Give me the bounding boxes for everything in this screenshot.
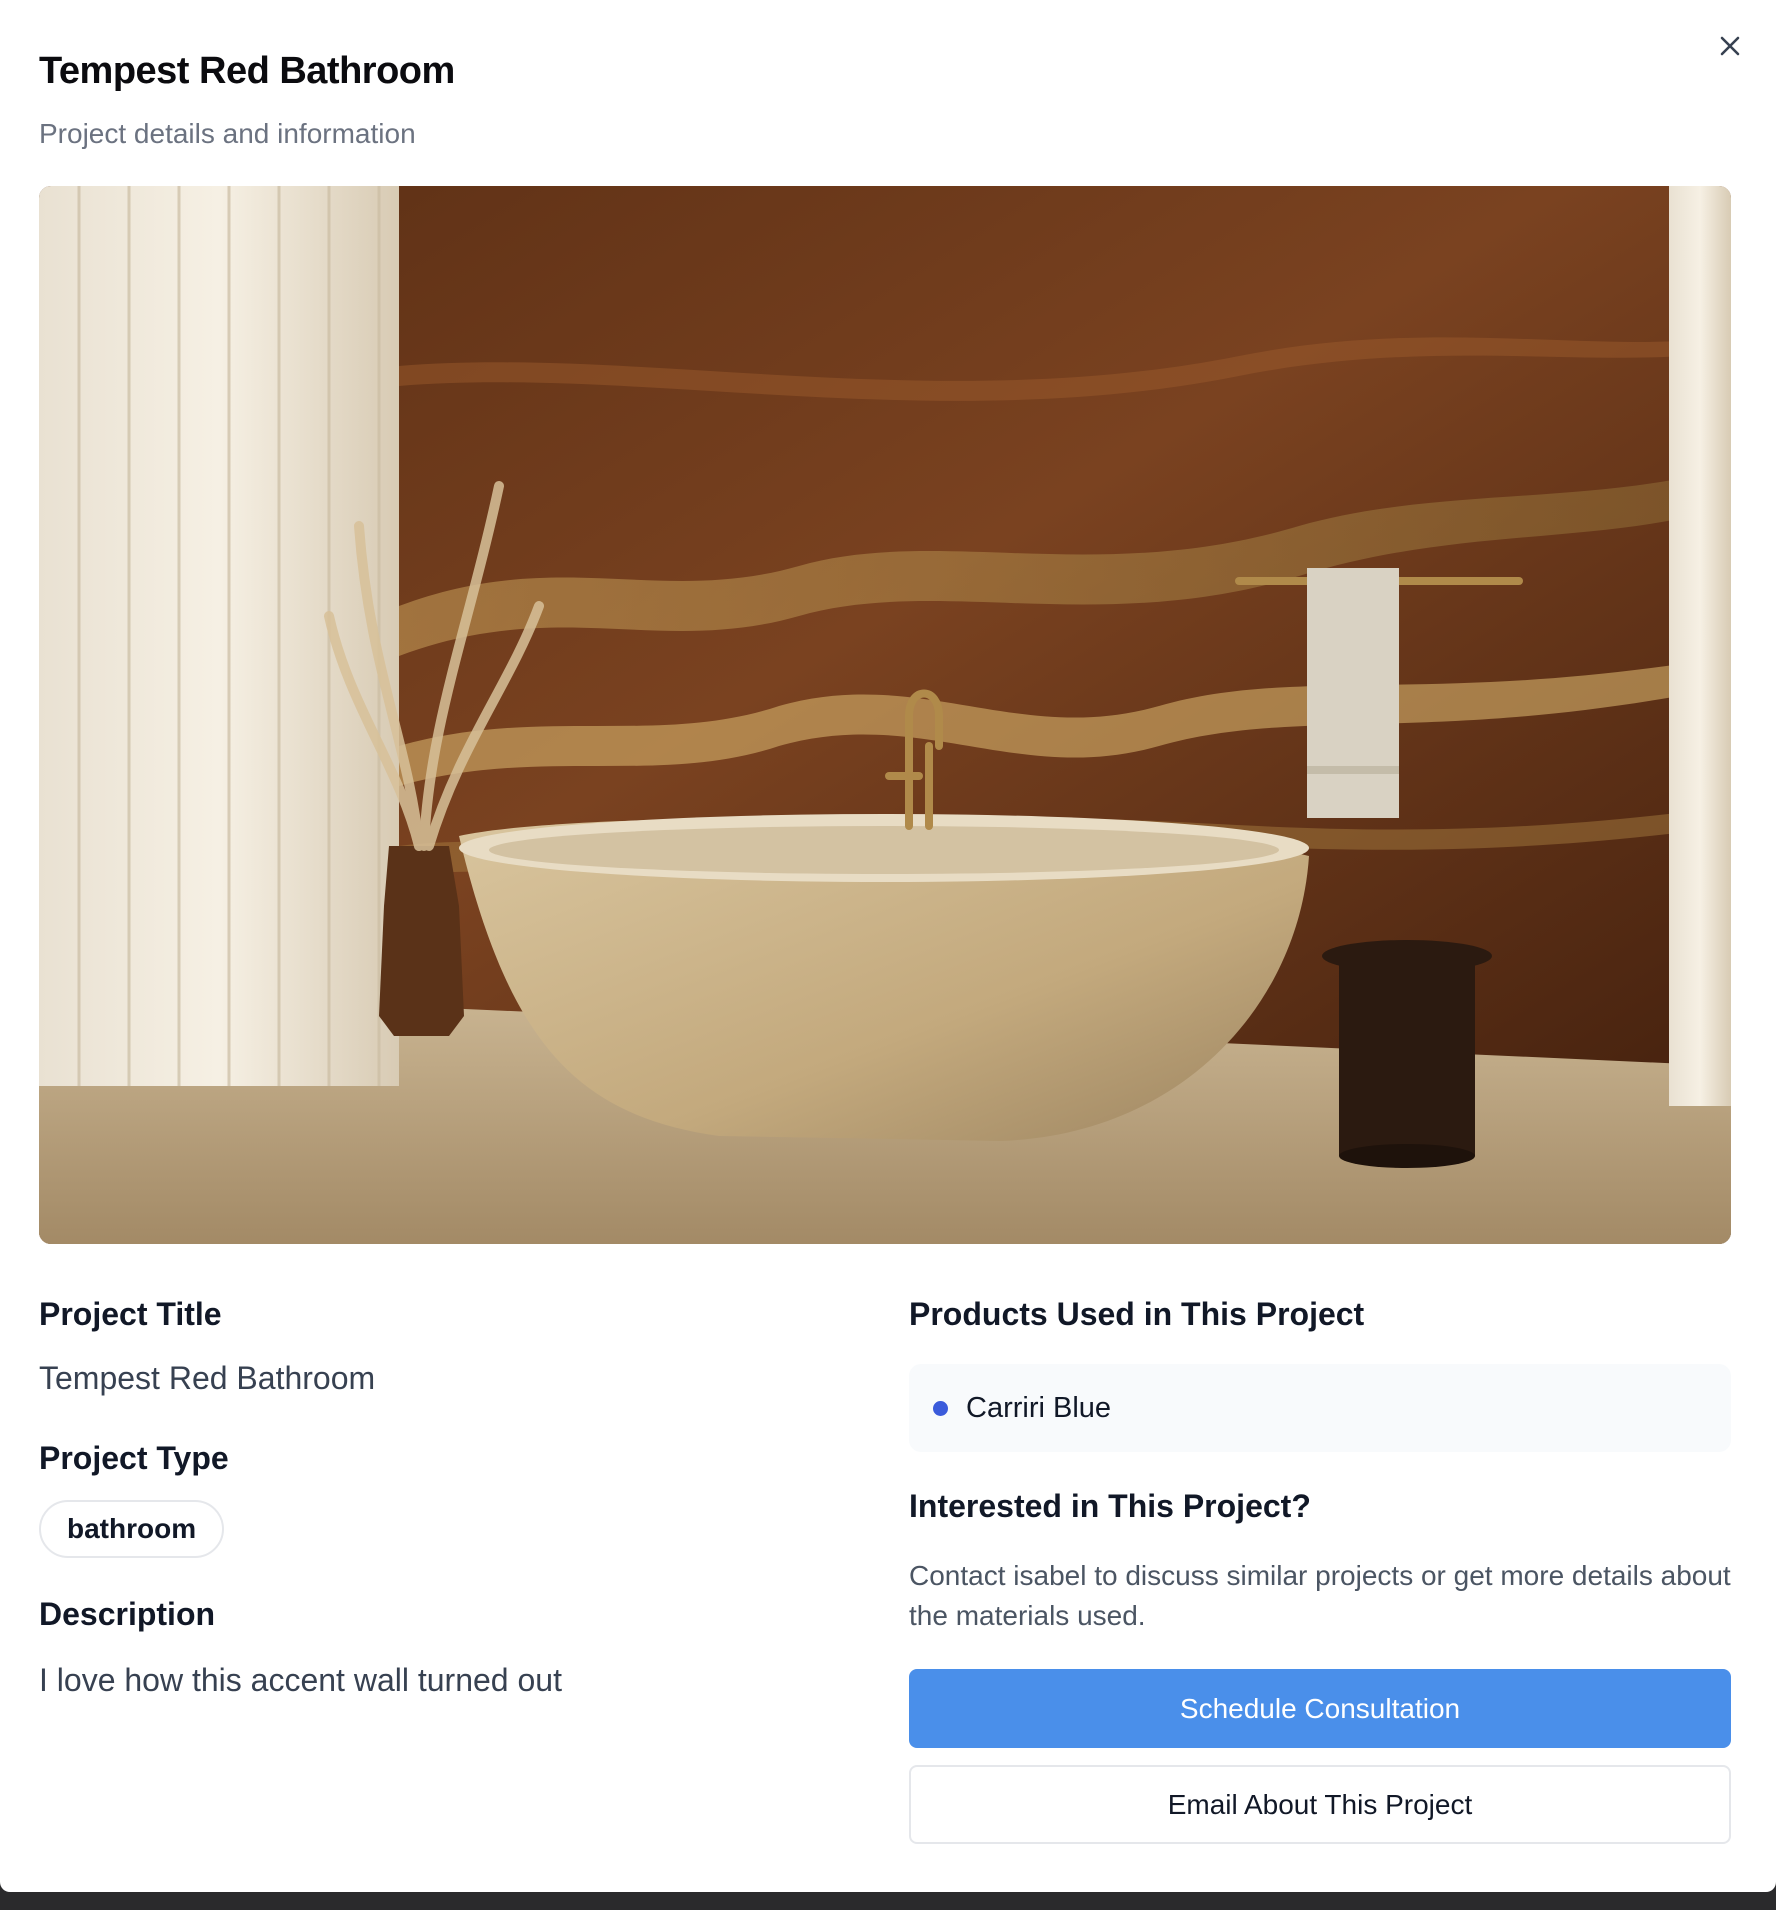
product-bullet-icon [933, 1400, 948, 1416]
project-type-badge: bathroom [39, 1500, 225, 1558]
dialog-subtitle: Project details and information [39, 118, 416, 149]
close-icon [1720, 36, 1740, 56]
contact-text: Contact isabel to discuss similar projec… [909, 1560, 1731, 1631]
schedule-consultation-button[interactable]: Schedule Consultation [909, 1669, 1731, 1748]
project-type-label: Project Type [39, 1440, 229, 1476]
email-about-project-button[interactable]: Email About This Project [909, 1765, 1731, 1844]
project-image [39, 186, 1731, 1244]
project-details-dialog: Tempest Red Bathroom Project details and… [0, 0, 1776, 1892]
description-label: Description [39, 1596, 216, 1632]
products-heading: Products Used in This Project [909, 1296, 1365, 1332]
dialog-title: Tempest Red Bathroom [39, 50, 455, 92]
product-list: Carriri Blue [909, 1364, 1731, 1452]
description-value: I love how this accent wall turned out [39, 1662, 562, 1698]
close-button[interactable] [1712, 28, 1748, 64]
contact-heading: Interested in This Project? [909, 1488, 1311, 1524]
project-title-label: Project Title [39, 1296, 222, 1332]
project-title-value: Tempest Red Bathroom [39, 1360, 376, 1396]
product-name: Carriri Blue [966, 1391, 1112, 1424]
